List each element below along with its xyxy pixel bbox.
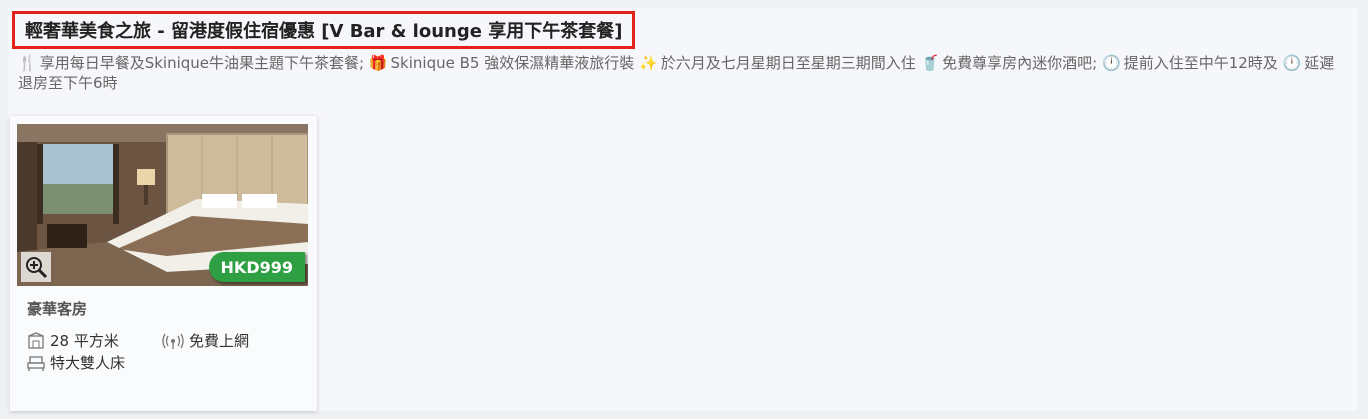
room-bed: 特大雙人床 [27,352,125,373]
clock-icon: 🕛 [1102,54,1121,72]
feature-text: 免費尊享房內迷你酒吧; [942,54,1098,72]
drink-icon: 🥤 [920,54,940,72]
zoom-button[interactable] [21,252,51,282]
gift-icon: 🎁 [368,54,388,72]
zoom-in-icon [26,257,48,279]
price-text: HKD999 [220,257,293,277]
room-card[interactable]: HKD999 豪華客房 28 平方米 免費上網 特大雙人床 [10,116,317,411]
feature-text: 提前入住至中午12時及 [1123,54,1278,72]
fork-knife-icon: 🍴 [18,54,37,72]
price-badge: HKD999 [208,252,305,282]
package-title-text: 輕奢華美食之旅 - 留港度假住宿優惠 [V Bar & lounge 享用下午茶… [25,21,623,42]
feature-text: 於六月及七月星期日至星期三期間入住 [660,54,916,72]
wifi-antenna-icon [162,333,184,349]
room-bed-text: 特大雙人床 [50,354,126,372]
sparkles-icon: ✨ [639,54,658,72]
bed-icon [27,355,45,371]
room-size: 28 平方米 [27,330,119,351]
feature-text: 享用每日早餐及Skinique牛油果主題下午茶套餐; [39,54,365,72]
package-features: 🍴 享用每日早餐及Skinique牛油果主題下午茶套餐; 🎁 Skinique B5… [18,53,1348,93]
feature-text: Skinique B5 強效保濕精華液旅行裝 [390,54,635,72]
package-title: 輕奢華美食之旅 - 留港度假住宿優惠 [V Bar & lounge 享用下午茶… [12,11,636,49]
room-wifi-text: 免費上網 [189,332,250,350]
room-photo[interactable]: HKD999 [17,124,308,286]
clock-icon: 🕛 [1282,54,1302,72]
room-name: 豪華客房 [27,300,88,318]
room-size-text: 28 平方米 [50,332,119,350]
package-panel: 輕奢華美食之旅 - 留港度假住宿優惠 [V Bar & lounge 享用下午茶… [8,8,1358,411]
room-wifi: 免費上網 [162,330,249,351]
room-size-icon [28,331,44,349]
